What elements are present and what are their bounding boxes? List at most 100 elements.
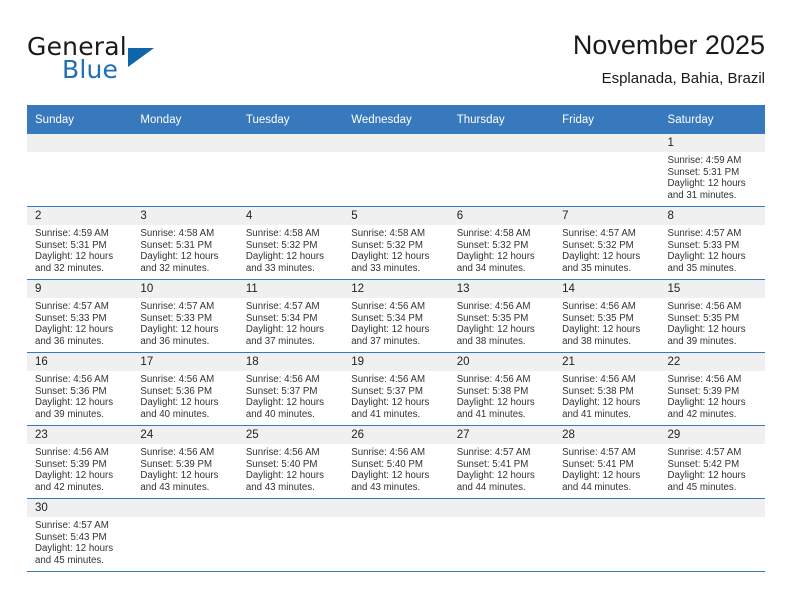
sunset-text: Sunset: 5:34 PM (245, 312, 318, 324)
sunrise-text: Sunrise: 4:58 AM (140, 228, 215, 239)
daylight-text-line2: and 33 minutes. (351, 262, 421, 274)
calendar-day-cell[interactable]: 19 Sunrise: 4:56 AM Sunset: 5:37 PM Dayligh… (343, 352, 449, 426)
daylight-text-line1: Daylight: 12 hours (245, 324, 324, 336)
daylight-text-line1: Daylight: 12 hours (456, 324, 535, 336)
daylight-text-line2: and 39 minutes. (35, 408, 104, 420)
daylight-text-line1: Daylight: 12 hours (667, 178, 746, 190)
day-number: 29 (659, 426, 765, 444)
daylight-text-line2: and 32 minutes. (140, 262, 210, 274)
general-blue-logo[interactable]: General Blue (27, 32, 267, 94)
calendar-week-row: 9 Sunrise: 4:57 AM Sunset: 5:33 PM Daylight… (27, 279, 765, 353)
calendar-day-cell[interactable]: 8 Sunrise: 4:57 AM Sunset: 5:33 PM Daylight… (659, 206, 765, 280)
calendar-cell-empty (27, 134, 133, 207)
daylight-text-line1: Daylight: 12 hours (456, 251, 535, 263)
calendar-day-cell[interactable]: 28 Sunrise: 4:57 AM Sunset: 5:41 PM Dayligh… (554, 425, 660, 499)
day-number: 12 (343, 280, 449, 298)
calendar-cell-empty (659, 498, 765, 572)
weekday-header-saturday: Saturday (659, 105, 765, 134)
daylight-text-line1: Daylight: 12 hours (351, 397, 430, 409)
calendar-day-cell[interactable]: 13 Sunrise: 4:56 AM Sunset: 5:35 PM Dayligh… (448, 279, 555, 353)
sunset-text: Sunset: 5:35 PM (667, 312, 740, 324)
day-details: Sunrise: 4:56 AM Sunset: 5:37 PM Daylight:… (238, 371, 343, 420)
calendar-page: General Blue November 2025 Esplanada, Ba… (0, 0, 792, 612)
daylight-text-line1: Daylight: 12 hours (562, 470, 641, 482)
calendar-day-cell[interactable]: 15 Sunrise: 4:56 AM Sunset: 5:35 PM Dayligh… (659, 279, 765, 353)
sunrise-text: Sunrise: 4:57 AM (562, 228, 636, 239)
daylight-text-line2: and 45 minutes. (667, 481, 737, 493)
day-number: 24 (132, 426, 238, 444)
calendar-day-cell[interactable]: 5 Sunrise: 4:58 AM Sunset: 5:32 PM Daylight… (343, 206, 449, 280)
day-number (237, 134, 344, 152)
calendar-day-cell[interactable]: 10 Sunrise: 4:57 AM Sunset: 5:33 PM Dayligh… (132, 279, 238, 353)
calendar-day-cell[interactable]: 11 Sunrise: 4:57 AM Sunset: 5:34 PM Dayligh… (237, 279, 344, 353)
calendar-day-cell[interactable]: 25 Sunrise: 4:56 AM Sunset: 5:40 PM Dayligh… (237, 425, 344, 499)
calendar-day-cell[interactable]: 30 Sunrise: 4:57 AM Sunset: 5:43 PM Dayligh… (27, 498, 133, 572)
sunrise-text: Sunrise: 4:59 AM (35, 228, 109, 239)
day-number: 4 (237, 207, 344, 225)
calendar-cell-empty (237, 498, 344, 572)
calendar-day-cell[interactable]: 6 Sunrise: 4:58 AM Sunset: 5:32 PM Daylight… (448, 206, 555, 280)
day-number: 28 (554, 426, 660, 444)
calendar-day-cell[interactable]: 24 Sunrise: 4:56 AM Sunset: 5:39 PM Dayligh… (132, 425, 238, 499)
sunset-text: Sunset: 5:40 PM (245, 458, 318, 470)
sunset-text: Sunset: 5:33 PM (140, 312, 213, 324)
page-subtitle: Esplanada, Bahia, Brazil (601, 70, 765, 87)
calendar-day-cell[interactable]: 26 Sunrise: 4:56 AM Sunset: 5:40 PM Dayligh… (343, 425, 449, 499)
weekday-header-sunday: Sunday (27, 105, 133, 134)
daylight-text-line2: and 32 minutes. (35, 262, 104, 274)
daylight-text-line1: Daylight: 12 hours (140, 324, 219, 336)
calendar-day-cell[interactable]: 3 Sunrise: 4:58 AM Sunset: 5:31 PM Daylight… (132, 206, 238, 280)
day-details: Sunrise: 4:56 AM Sunset: 5:39 PM Daylight:… (660, 371, 765, 420)
calendar-cell-empty (343, 134, 449, 207)
sunset-text: Sunset: 5:32 PM (351, 239, 423, 251)
sunset-text: Sunset: 5:42 PM (667, 458, 740, 470)
calendar-day-cell[interactable]: 7 Sunrise: 4:57 AM Sunset: 5:32 PM Daylight… (554, 206, 660, 280)
sunrise-text: Sunrise: 4:59 AM (667, 155, 742, 166)
calendar-day-cell[interactable]: 21 Sunrise: 4:56 AM Sunset: 5:38 PM Dayligh… (554, 352, 660, 426)
day-number: 5 (343, 207, 449, 225)
calendar-table: Sunday Monday Tuesday Wednesday Thursday… (27, 105, 765, 572)
day-number (448, 134, 555, 152)
calendar-day-cell[interactable]: 1 Sunrise: 4:59 AM Sunset: 5:31 PM Daylight… (659, 134, 765, 207)
sunset-text: Sunset: 5:35 PM (562, 312, 634, 324)
sunset-text: Sunset: 5:41 PM (562, 458, 634, 470)
day-details: Sunrise: 4:56 AM Sunset: 5:38 PM Daylight:… (554, 371, 659, 420)
sunset-text: Sunset: 5:33 PM (35, 312, 107, 324)
calendar-day-cell[interactable]: 23 Sunrise: 4:56 AM Sunset: 5:39 PM Dayligh… (27, 425, 133, 499)
sunset-text: Sunset: 5:33 PM (667, 239, 740, 251)
daylight-text-line2: and 37 minutes. (245, 335, 315, 347)
sunrise-text: Sunrise: 4:56 AM (456, 374, 531, 385)
calendar-day-cell[interactable]: 17 Sunrise: 4:56 AM Sunset: 5:36 PM Dayligh… (132, 352, 238, 426)
day-details: Sunrise: 4:56 AM Sunset: 5:38 PM Daylight:… (449, 371, 554, 420)
calendar-day-cell[interactable]: 27 Sunrise: 4:57 AM Sunset: 5:41 PM Dayligh… (448, 425, 555, 499)
day-details: Sunrise: 4:56 AM Sunset: 5:39 PM Daylight:… (27, 444, 132, 493)
daylight-text-line1: Daylight: 12 hours (667, 251, 746, 263)
daylight-text-line2: and 44 minutes. (562, 481, 632, 493)
calendar-day-cell[interactable]: 20 Sunrise: 4:56 AM Sunset: 5:38 PM Dayligh… (448, 352, 555, 426)
calendar-day-cell[interactable]: 29 Sunrise: 4:57 AM Sunset: 5:42 PM Dayligh… (659, 425, 765, 499)
calendar-day-cell[interactable]: 2 Sunrise: 4:59 AM Sunset: 5:31 PM Daylight… (27, 206, 133, 280)
day-details: Sunrise: 4:58 AM Sunset: 5:32 PM Daylight:… (449, 225, 554, 274)
daylight-text-line2: and 42 minutes. (35, 481, 104, 493)
daylight-text-line1: Daylight: 12 hours (140, 470, 219, 482)
daylight-text-line2: and 43 minutes. (140, 481, 210, 493)
calendar-cell-empty (448, 134, 555, 207)
weekday-header-tuesday: Tuesday (237, 105, 344, 134)
calendar-day-cell[interactable]: 14 Sunrise: 4:56 AM Sunset: 5:35 PM Dayligh… (554, 279, 660, 353)
calendar-day-cell[interactable]: 4 Sunrise: 4:58 AM Sunset: 5:32 PM Daylight… (237, 206, 344, 280)
day-details: Sunrise: 4:57 AM Sunset: 5:33 PM Daylight:… (660, 225, 765, 274)
day-number: 14 (554, 280, 660, 298)
day-number (132, 499, 238, 517)
sunrise-text: Sunrise: 4:57 AM (562, 447, 636, 458)
calendar-day-cell[interactable]: 12 Sunrise: 4:56 AM Sunset: 5:34 PM Dayligh… (343, 279, 449, 353)
day-details: Sunrise: 4:58 AM Sunset: 5:32 PM Daylight:… (343, 225, 448, 274)
daylight-text-line2: and 38 minutes. (562, 335, 632, 347)
calendar-day-cell[interactable]: 22 Sunrise: 4:56 AM Sunset: 5:39 PM Dayligh… (659, 352, 765, 426)
calendar-day-cell[interactable]: 16 Sunrise: 4:56 AM Sunset: 5:36 PM Dayligh… (27, 352, 133, 426)
calendar-day-cell[interactable]: 18 Sunrise: 4:56 AM Sunset: 5:37 PM Dayligh… (237, 352, 344, 426)
day-details: Sunrise: 4:58 AM Sunset: 5:32 PM Daylight:… (238, 225, 343, 274)
daylight-text-line2: and 40 minutes. (245, 408, 315, 420)
calendar-day-cell[interactable]: 9 Sunrise: 4:57 AM Sunset: 5:33 PM Daylight… (27, 279, 133, 353)
sunrise-text: Sunrise: 4:57 AM (667, 447, 742, 458)
day-number: 13 (448, 280, 555, 298)
